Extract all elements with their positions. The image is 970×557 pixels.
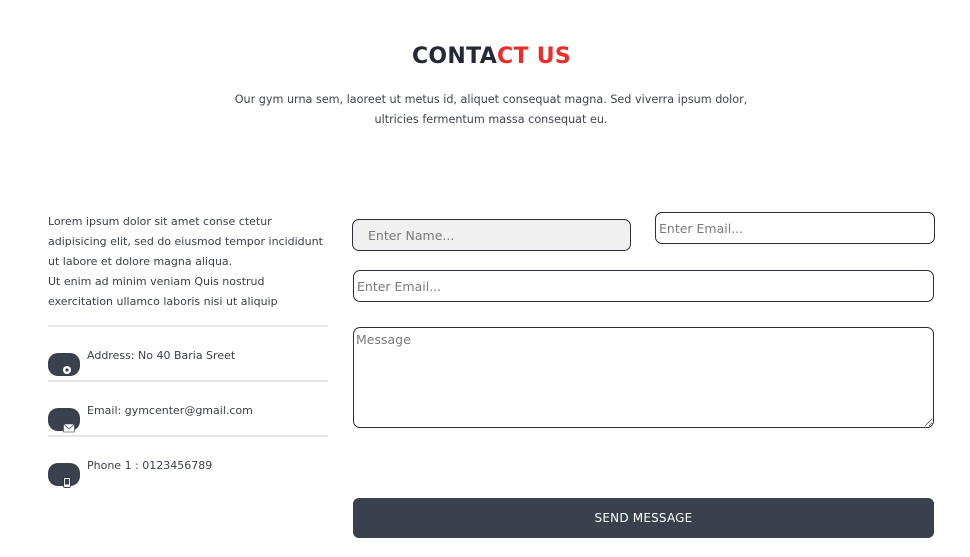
contact-address: Address: No 40 Baria Sreet: [48, 349, 328, 383]
divider: [48, 435, 328, 437]
intro-line: exercitation ullamco laboris nisi ut ali…: [48, 295, 278, 308]
message-textarea[interactable]: [353, 327, 934, 428]
phone-icon: [63, 477, 71, 488]
envelope-icon: [63, 423, 75, 433]
subtitle-line: Our gym urna sem, laoreet ut metus id, a…: [234, 93, 748, 106]
email-input[interactable]: [655, 212, 935, 244]
title-part-dark: CONTA: [411, 44, 498, 69]
intro-line: adipisicing elit, sed do eiusmod tempor …: [48, 235, 323, 248]
send-message-button[interactable]: SEND MESSAGE: [353, 498, 934, 538]
contact-phone-text: Phone 1 : 0123456789: [87, 459, 213, 472]
intro-line: Ut enim ad minim veniam Quis nostrud: [48, 275, 265, 288]
contact-intro-text: Lorem ipsum dolor sit amet conse ctetur …: [48, 212, 338, 312]
title-part-accent: CT US: [497, 44, 572, 69]
page-title: CONTACT US: [0, 44, 970, 69]
email-input-secondary[interactable]: [353, 270, 934, 302]
map-pin-icon: [63, 366, 71, 374]
intro-line: Lorem ipsum dolor sit amet conse ctetur: [48, 215, 272, 228]
contact-email: Email: gymcenter@gmail.com: [48, 404, 328, 438]
intro-line: ut labore et dolore magna aliqua.: [48, 255, 233, 268]
contact-phone: Phone 1 : 0123456789: [48, 459, 328, 493]
subtitle-line: ultricies fermentum massa consequat eu.: [374, 113, 608, 126]
contact-email-text: Email: gymcenter@gmail.com: [87, 404, 253, 417]
contact-address-text: Address: No 40 Baria Sreet: [87, 349, 236, 362]
name-input[interactable]: [352, 219, 631, 251]
divider: [48, 325, 328, 327]
divider: [48, 380, 328, 382]
section-subtitle: Our gym urna sem, laoreet ut metus id, a…: [231, 90, 751, 130]
